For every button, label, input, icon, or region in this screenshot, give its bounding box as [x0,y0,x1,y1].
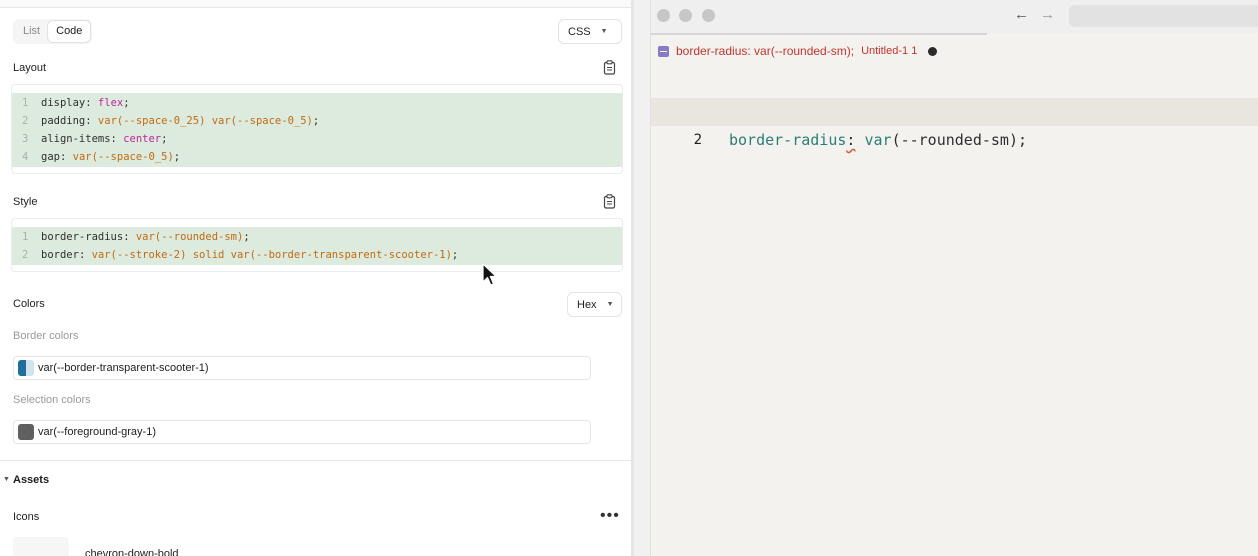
color-format-value: Hex [577,298,597,311]
vertical-scrollbar[interactable] [634,0,651,556]
view-toggle: List Code [13,19,93,44]
close-window-button[interactable] [657,9,670,22]
assets-title[interactable]: Assets [13,474,49,486]
inspect-panel: List Code CSS ▼ Layout 1 display: flex; 2… [0,0,631,556]
forward-arrow-icon[interactable]: → [1040,6,1055,23]
icon-asset-name: chevron-down-bold [85,548,179,556]
line-number: 2 [693,132,702,148]
icons-label: Icons [13,511,40,523]
code-editor-window: ← → border-radius: var(--rounded-sm); Un… [651,0,1258,556]
code-line: 4 gap: var(--space-0_5); [22,151,181,163]
zoom-window-button[interactable] [702,9,715,22]
tab-list[interactable]: List [15,21,48,42]
mouse-pointer-icon [482,263,497,286]
editor-tab[interactable]: border-radius: var(--rounded-sm); Untitl… [651,33,938,69]
file-icon [658,45,669,57]
window-titlebar: ← → [651,0,1258,33]
color-swatch [18,424,34,440]
chevron-down-icon[interactable]: ▼ [3,476,10,483]
copy-layout-clipboard-icon[interactable] [603,60,616,75]
code-line: 3 align-items: center; [22,133,168,145]
command-search-bar[interactable] [1069,5,1258,27]
tab-title: border-radius: var(--rounded-sm); [676,44,855,58]
color-format-dropdown[interactable]: Hex ▼ [567,292,622,317]
layout-title: Layout [13,62,47,74]
back-arrow-icon[interactable]: ← [1014,6,1029,23]
code-line: 1 display: flex; [22,97,130,109]
minimize-window-button[interactable] [679,9,692,22]
style-title: Style [13,196,38,208]
tab-file-name: Untitled-1 1 [861,45,918,57]
selection-colors-label: Selection colors [13,394,91,406]
style-code-block[interactable]: 1 border-radius: var(--rounded-sm); 2 bord… [11,218,623,272]
layout-code-block[interactable]: 1 display: flex; 2 padding: var(--space-0_… [11,84,623,174]
copy-style-clipboard-icon[interactable] [603,194,616,209]
chevron-down-icon: ▼ [606,301,614,308]
border-color-value: var(--border-transparent-scooter-1) [38,362,209,374]
selection-color-field[interactable]: var(--foreground-gray-1) [13,420,591,444]
panel-top-edge [0,0,631,8]
language-dropdown[interactable]: CSS ▼ [558,19,622,44]
color-swatch [18,360,34,376]
code-line: 2 border: var(--stroke-2) solid var(--bor… [22,249,459,261]
editor-line[interactable]: 1 border-radius: var(--rounded-sm); [651,70,1258,149]
chevron-down-icon: ▼ [600,28,608,35]
icon-preview[interactable] [13,537,69,556]
code-line: 1 border-radius: var(--rounded-sm); [22,231,250,243]
section-divider [0,460,631,461]
selection-color-value: var(--foreground-gray-1) [38,426,156,438]
border-color-field[interactable]: var(--border-transparent-scooter-1) [13,356,591,380]
border-colors-label: Border colors [13,330,79,342]
unsaved-dot-icon[interactable] [928,46,938,56]
language-value: CSS [568,25,591,38]
more-options-icon[interactable]: ••• [600,508,620,524]
code-line: 2 padding: var(--space-0_25) var(--space-… [22,115,320,127]
tab-code[interactable]: Code [48,21,91,42]
colors-title: Colors [13,298,45,310]
line-text: border-radius: var(--rounded-sm); [729,131,1028,149]
editor-line-current[interactable]: 2 [651,98,1258,148]
